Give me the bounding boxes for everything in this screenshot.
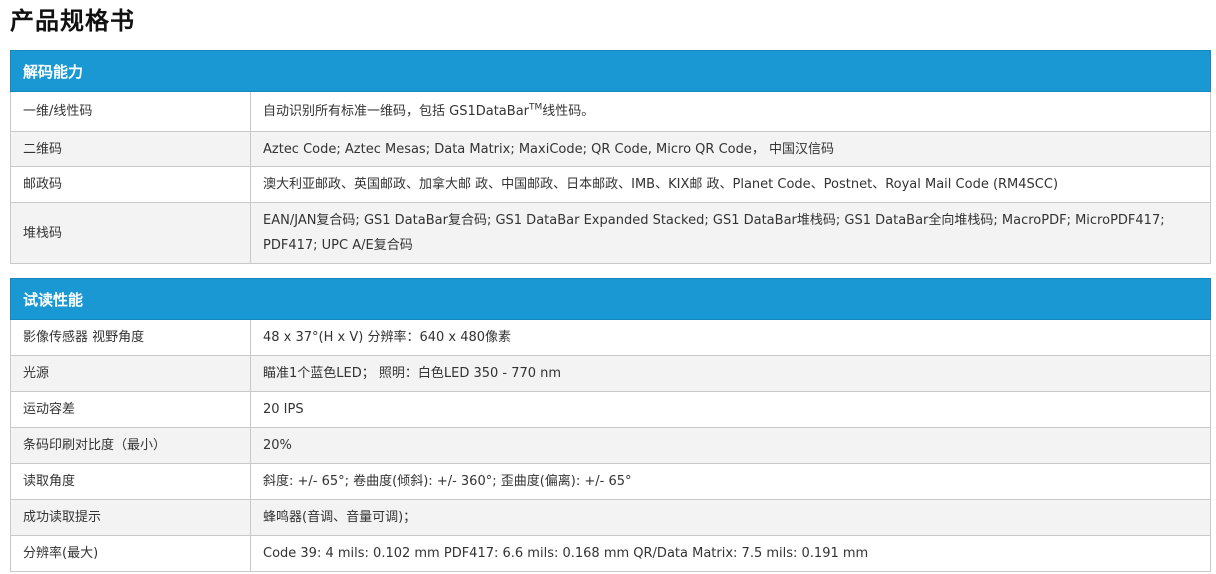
spec-value: 自动识别所有标准一维码，包括 GS1DataBarTM线性码。	[249, 91, 1212, 132]
section-header-decoding: 解码能力	[9, 50, 1212, 92]
reading-performance-table: 试读性能 影像传感器 视野角度 48 x 37°(H x V) 分辨率：640 …	[9, 278, 1212, 572]
decoding-capability-table: 解码能力 一维/线性码 自动识别所有标准一维码，包括 GS1DataBarTM线…	[9, 50, 1212, 264]
spec-value: 瞄准1个蓝色LED； 照明：白色LED 350 - 770 nm	[249, 355, 1212, 392]
spec-value-text: 自动识别所有标准一维码，包括 GS1DataBar	[263, 104, 529, 119]
spec-value: Aztec Code; Aztec Mesas; Data Matrix; Ma…	[249, 131, 1212, 167]
spec-value: 20 IPS	[249, 391, 1212, 428]
table-row: 二维码 Aztec Code; Aztec Mesas; Data Matrix…	[10, 131, 1212, 167]
table-row: 堆栈码 EAN/JAN复合码; GS1 DataBar复合码; GS1 Data…	[10, 202, 1212, 264]
spec-value: Code 39: 4 mils: 0.102 mm PDF417: 6.6 mi…	[249, 535, 1212, 572]
table-row: 条码印刷对比度（最小） 20%	[10, 427, 1212, 464]
spec-label: 成功读取提示	[10, 499, 251, 536]
trademark-superscript: TM	[529, 102, 543, 113]
spec-label: 影像传感器 视野角度	[10, 319, 251, 356]
table-row: 读取角度 斜度: +/- 65°; 卷曲度(倾斜): +/- 360°; 歪曲度…	[10, 463, 1212, 500]
spec-label: 二维码	[10, 131, 251, 167]
table-row: 运动容差 20 IPS	[10, 391, 1212, 428]
spec-label: 分辨率(最大)	[10, 535, 251, 572]
table-row: 邮政码 澳大利亚邮政、英国邮政、加拿大邮 政、中国邮政、日本邮政、IMB、KIX…	[10, 166, 1212, 203]
spec-label: 光源	[10, 355, 251, 392]
page-title: 产品规格书	[10, 7, 135, 35]
section-header-reading: 试读性能	[9, 278, 1212, 320]
spec-value: 蜂鸣器(音调、音量可调)；	[249, 499, 1212, 536]
table-row: 成功读取提示 蜂鸣器(音调、音量可调)；	[10, 499, 1212, 536]
spec-label: 条码印刷对比度（最小）	[10, 427, 251, 464]
spec-label: 邮政码	[10, 166, 251, 203]
spec-value: EAN/JAN复合码; GS1 DataBar复合码; GS1 DataBar …	[249, 202, 1212, 264]
spec-label: 一维/线性码	[10, 91, 251, 132]
spec-value: 澳大利亚邮政、英国邮政、加拿大邮 政、中国邮政、日本邮政、IMB、KIX邮 政、…	[249, 166, 1212, 203]
spec-value: 斜度: +/- 65°; 卷曲度(倾斜): +/- 360°; 歪曲度(偏离):…	[249, 463, 1212, 500]
table-row: 一维/线性码 自动识别所有标准一维码，包括 GS1DataBarTM线性码。	[10, 91, 1212, 132]
table-row: 影像传感器 视野角度 48 x 37°(H x V) 分辨率：640 x 480…	[10, 319, 1212, 356]
spec-value: 48 x 37°(H x V) 分辨率：640 x 480像素	[249, 319, 1212, 356]
spec-label: 运动容差	[10, 391, 251, 428]
table-row: 光源 瞄准1个蓝色LED； 照明：白色LED 350 - 770 nm	[10, 355, 1212, 392]
spec-label: 堆栈码	[10, 202, 251, 264]
spec-label: 读取角度	[10, 463, 251, 500]
spec-value-text-suffix: 线性码。	[542, 104, 595, 119]
spec-value: 20%	[249, 427, 1212, 464]
table-row: 分辨率(最大) Code 39: 4 mils: 0.102 mm PDF417…	[10, 535, 1212, 572]
